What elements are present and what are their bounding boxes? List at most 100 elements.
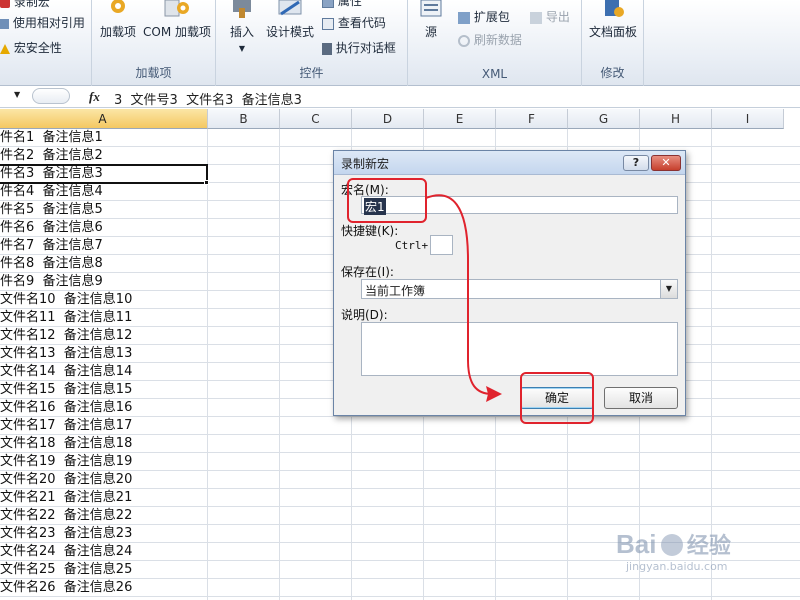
document-panel-button[interactable]: 文档面板	[582, 0, 644, 40]
chevron-down-icon[interactable]: ▼	[660, 280, 677, 298]
cell-a10[interactable]: 文件名10 备注信息10	[0, 291, 132, 309]
cell-a23[interactable]: 文件名23 备注信息23	[0, 525, 132, 543]
refresh-data-button[interactable]: 刷新数据	[458, 31, 522, 48]
shortcut-label: 快捷键(K):	[341, 224, 399, 238]
column-header-c[interactable]: C	[280, 109, 352, 129]
addins-button[interactable]: 加载项	[96, 0, 140, 40]
column-header-e[interactable]: E	[424, 109, 496, 129]
annotation-box-macro-name	[347, 178, 427, 223]
xml-source-icon	[420, 0, 442, 17]
ctrl-label: Ctrl+	[395, 239, 429, 252]
tools-icon	[233, 0, 251, 18]
help-button[interactable]: ?	[623, 155, 649, 171]
cell-a19[interactable]: 文件名19 备注信息19	[0, 453, 132, 471]
column-header-b[interactable]: B	[208, 109, 280, 129]
cell-a16[interactable]: 文件名16 备注信息16	[0, 399, 132, 417]
column-header-h[interactable]: H	[640, 109, 712, 129]
record-icon	[0, 0, 10, 8]
formula-bar: ▼ fx 3 文件号3 文件名3 备注信息3	[0, 86, 800, 108]
store-in-label: 保存在(I):	[341, 265, 394, 279]
cell-a24[interactable]: 文件名24 备注信息24	[0, 543, 132, 561]
record-macro-button[interactable]: 录制宏	[0, 0, 50, 10]
ribbon-group-controls: 插入 ▼ 设计模式 属性 查看代码 执行对话框 控件	[216, 0, 408, 86]
fx-button[interactable]: fx	[89, 89, 100, 105]
run-dialog-icon	[322, 42, 332, 55]
expansion-pack-button[interactable]: 扩展包	[458, 8, 510, 25]
chevron-down-icon: ▼	[238, 44, 246, 53]
ribbon-group-xml: 源 扩展包 刷新数据 导出 XML	[408, 0, 582, 86]
watermark: Bai 经验 jingyan.baidu.com	[616, 528, 731, 573]
cell-a25[interactable]: 文件名25 备注信息25	[0, 561, 132, 579]
export-button[interactable]: 导出	[530, 8, 570, 25]
active-cell[interactable]	[0, 164, 208, 184]
cell-a4[interactable]: 件名4 备注信息4	[0, 183, 103, 201]
gear-icon	[111, 0, 125, 13]
com-gear-icon	[164, 0, 189, 17]
code-icon	[322, 17, 334, 30]
column-header-d[interactable]: D	[352, 109, 424, 129]
watermark-url: jingyan.baidu.com	[626, 560, 728, 573]
name-box-scroll[interactable]	[32, 88, 70, 104]
cell-a20[interactable]: 文件名20 备注信息20	[0, 471, 132, 489]
shortcut-key-field[interactable]	[430, 235, 453, 255]
com-addins-button[interactable]: COM 加载项	[140, 0, 214, 40]
group-label-addins: 加载项	[135, 66, 172, 80]
cell-a13[interactable]: 文件名13 备注信息13	[0, 345, 132, 363]
paw-icon	[660, 534, 683, 556]
relative-ref-icon	[0, 18, 9, 29]
group-label-modify: 修改	[600, 66, 625, 80]
cell-a26[interactable]: 文件名26 备注信息26	[0, 579, 132, 597]
fill-handle[interactable]	[204, 180, 209, 185]
xml-source-button[interactable]: 源	[416, 0, 446, 40]
cell-a6[interactable]: 件名6 备注信息6	[0, 219, 103, 237]
dialog-titlebar[interactable]: 录制新宏 ? ✕	[334, 151, 685, 175]
run-dialog-button[interactable]: 执行对话框	[322, 39, 396, 56]
gridline-horizontal	[0, 146, 800, 147]
cell-a1[interactable]: 件名1 备注信息1	[0, 129, 103, 147]
document-panel-icon	[605, 0, 624, 17]
warning-icon	[0, 43, 10, 54]
cell-a2[interactable]: 件名2 备注信息2	[0, 147, 103, 165]
cell-a9[interactable]: 件名9 备注信息9	[0, 273, 103, 291]
insert-control-button[interactable]: 插入 ▼	[222, 0, 262, 53]
cell-a5[interactable]: 件名5 备注信息5	[0, 201, 103, 219]
ribbon-group-code: 录制宏 使用相对引用 宏安全性	[0, 0, 92, 86]
properties-button[interactable]: 属性	[322, 0, 362, 9]
cell-a18[interactable]: 文件名18 备注信息18	[0, 435, 132, 453]
cell-a15[interactable]: 文件名15 备注信息15	[0, 381, 132, 399]
cell-a22[interactable]: 文件名22 备注信息22	[0, 507, 132, 525]
store-in-select[interactable]: 当前工作簿 ▼	[361, 279, 678, 299]
cell-a11[interactable]: 文件名11 备注信息11	[0, 309, 132, 327]
watermark-brand-cn: 经验	[686, 534, 731, 559]
column-header-a[interactable]: A	[0, 109, 208, 129]
description-field[interactable]	[361, 322, 678, 376]
ribbon-group-modify: 文档面板 修改	[582, 0, 644, 86]
cell-a17[interactable]: 文件名17 备注信息17	[0, 417, 132, 435]
watermark-brand: Bai	[616, 529, 657, 559]
ribbon-group-addins: 加载项 COM 加载项 加载项	[92, 0, 216, 86]
column-header-i[interactable]: I	[712, 109, 784, 129]
view-code-button[interactable]: 查看代码	[322, 14, 386, 31]
refresh-icon	[458, 34, 470, 47]
design-mode-button[interactable]: 设计模式	[264, 0, 316, 40]
relative-reference-button[interactable]: 使用相对引用	[0, 14, 85, 31]
dialog-title: 录制新宏	[341, 157, 390, 171]
formula-content[interactable]: 3 文件号3 文件名3 备注信息3	[114, 89, 302, 108]
cell-a8[interactable]: 件名8 备注信息8	[0, 255, 103, 273]
cell-a12[interactable]: 文件名12 备注信息12	[0, 327, 132, 345]
group-label-controls: 控件	[299, 66, 324, 80]
group-label-xml: XML	[481, 67, 508, 81]
properties-icon	[322, 0, 334, 8]
name-box-dropdown[interactable]: ▼	[14, 90, 20, 99]
cell-a14[interactable]: 文件名14 备注信息14	[0, 363, 132, 381]
cell-a21[interactable]: 文件名21 备注信息21	[0, 489, 132, 507]
cancel-button[interactable]: 取消	[604, 387, 678, 409]
macro-security-button[interactable]: 宏安全性	[0, 39, 62, 56]
column-header-g[interactable]: G	[568, 109, 640, 129]
column-header-f[interactable]: F	[496, 109, 568, 129]
cell-a7[interactable]: 件名7 备注信息7	[0, 237, 103, 255]
annotation-box-ok	[520, 372, 594, 424]
description-label: 说明(D):	[341, 308, 388, 322]
close-button[interactable]: ✕	[651, 155, 681, 171]
ribbon: 录制宏 使用相对引用 宏安全性 加载项 COM 加载项 加载项 插入 ▼ 设计模…	[0, 0, 800, 86]
